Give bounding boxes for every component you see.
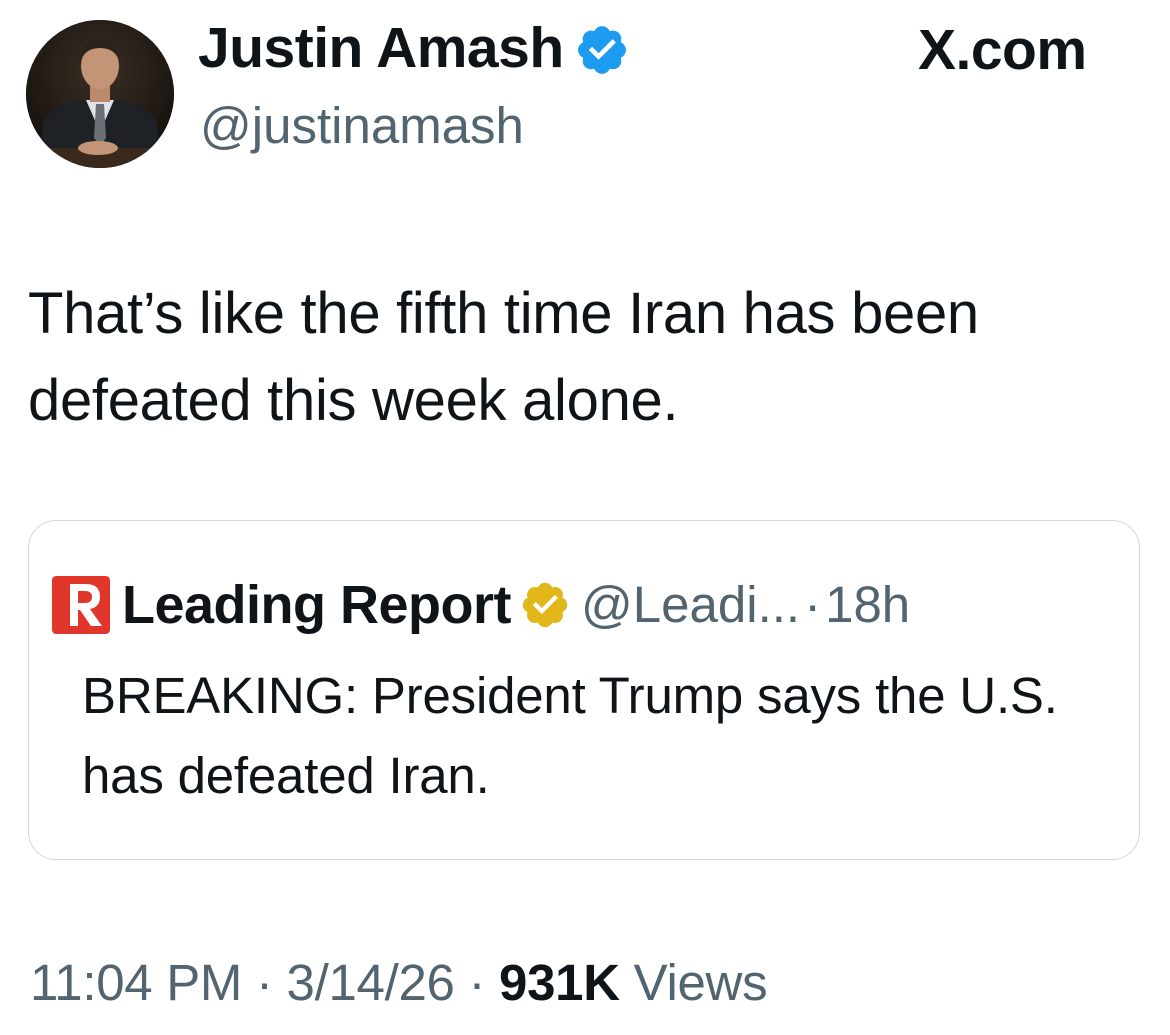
author-avatar[interactable] <box>26 20 174 168</box>
tweet-footer: 11:04 PM · 3/14/26 · 931K Views <box>30 948 768 1018</box>
tweet-date[interactable]: 3/14/26 <box>287 954 455 1011</box>
author-name-row[interactable]: Justin Amash <box>198 12 630 84</box>
verified-blue-icon <box>577 26 626 74</box>
footer-separator: · <box>468 954 486 1011</box>
views-count: 931K <box>499 954 620 1011</box>
leading-report-logo-icon[interactable] <box>52 576 110 634</box>
author-handle[interactable]: @justinamash <box>200 92 524 160</box>
quoted-author-handle[interactable]: @Leadi... <box>581 570 800 640</box>
verified-gold-icon <box>522 582 568 628</box>
quoted-tweet-text: BREAKING: President Trump says the U.S. … <box>82 667 1058 804</box>
footer-separator: · <box>255 954 273 1011</box>
quoted-separator: · <box>804 576 822 633</box>
author-display-name[interactable]: Justin Amash <box>198 12 564 84</box>
views-label: Views <box>633 954 768 1011</box>
tweet-text: That’s like the fifth time Iran has been… <box>28 281 979 433</box>
quoted-timestamp[interactable]: 18h <box>825 570 910 640</box>
avatar-photo <box>26 20 174 168</box>
quoted-tweet-header: Leading Report @Leadi... · 18h <box>52 570 910 640</box>
tweet-time[interactable]: 11:04 PM <box>30 954 242 1011</box>
quoted-author-name[interactable]: Leading Report <box>122 570 512 640</box>
site-label: X.com <box>918 18 1087 82</box>
